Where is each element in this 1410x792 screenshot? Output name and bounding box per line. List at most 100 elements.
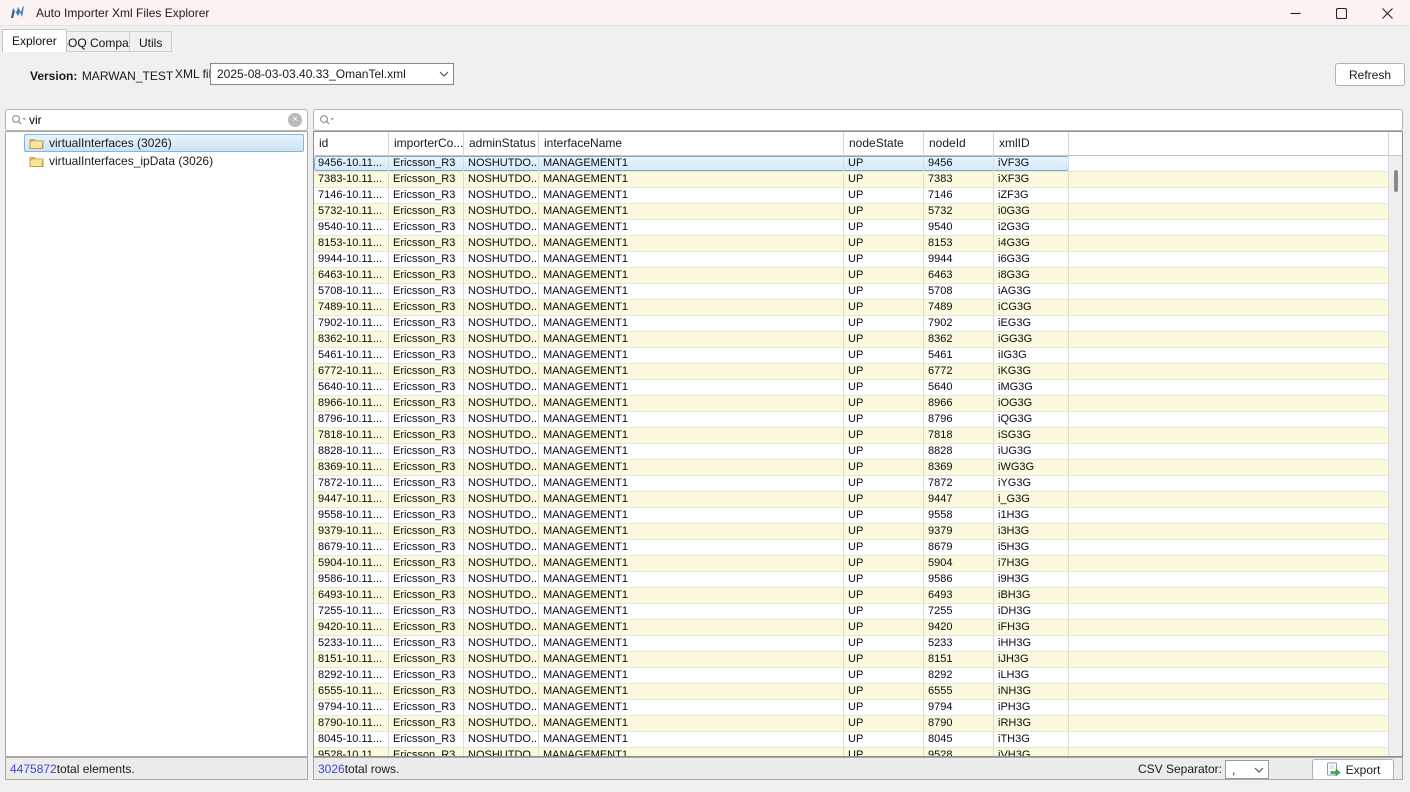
cell-nodeid: 8151 <box>924 652 994 667</box>
table-row[interactable]: 6493-10.11... Ericsson_R3 NOSHUTDO... MA… <box>314 588 1388 604</box>
cell-interfacename: MANAGEMENT1 <box>539 604 844 619</box>
table-row[interactable]: 7383-10.11... Ericsson_R3 NOSHUTDO... MA… <box>314 172 1388 188</box>
table-row-cells: 7383-10.11... Ericsson_R3 NOSHUTDO... MA… <box>314 172 1069 187</box>
table-row[interactable]: 8369-10.11... Ericsson_R3 NOSHUTDO... MA… <box>314 460 1388 476</box>
table-row[interactable]: 7146-10.11... Ericsson_R3 NOSHUTDO... MA… <box>314 188 1388 204</box>
table-row[interactable]: 7872-10.11... Ericsson_R3 NOSHUTDO... MA… <box>314 476 1388 492</box>
table-row[interactable]: 7489-10.11... Ericsson_R3 NOSHUTDO... MA… <box>314 300 1388 316</box>
scrollbar-track[interactable] <box>1388 156 1402 756</box>
table-row[interactable]: 9456-10.11... Ericsson_R3 NOSHUTDO... MA… <box>314 156 1388 172</box>
cell-adminstatus: NOSHUTDO... <box>464 524 539 539</box>
cell-xmlid: iBH3G <box>994 588 1069 603</box>
export-button[interactable]: Export <box>1312 759 1394 780</box>
tree-search-input[interactable] <box>29 111 288 129</box>
cell-xmlid: iLH3G <box>994 668 1069 683</box>
table-row[interactable]: 9379-10.11... Ericsson_R3 NOSHUTDO... MA… <box>314 524 1388 540</box>
table-header: id importerCo... adminStatus interfaceNa… <box>314 132 1388 156</box>
cell-interfacename: MANAGEMENT1 <box>539 380 844 395</box>
table-row[interactable]: 5461-10.11... Ericsson_R3 NOSHUTDO... MA… <box>314 348 1388 364</box>
cell-nodestate: UP <box>844 444 924 459</box>
table-row[interactable]: 5904-10.11... Ericsson_R3 NOSHUTDO... MA… <box>314 556 1388 572</box>
cell-filler <box>1069 572 1388 587</box>
column-header-adminstatus[interactable]: adminStatus <box>464 132 539 155</box>
cell-importercode: Ericsson_R3 <box>389 380 464 395</box>
tab-explorer[interactable]: Explorer <box>2 29 67 52</box>
table-row[interactable]: 8045-10.11... Ericsson_R3 NOSHUTDO... MA… <box>314 732 1388 748</box>
table-row[interactable]: 9528-10.11... Ericsson_R3 NOSHUTDO... MA… <box>314 748 1388 756</box>
cell-xmlid: iQG3G <box>994 412 1069 427</box>
table-row[interactable]: 8796-10.11... Ericsson_R3 NOSHUTDO... MA… <box>314 412 1388 428</box>
table-row[interactable]: 5732-10.11... Ericsson_R3 NOSHUTDO... MA… <box>314 204 1388 220</box>
column-header-nodeid[interactable]: nodeId <box>924 132 994 155</box>
tab-utils[interactable]: Utils <box>129 31 172 52</box>
table-row[interactable]: 9540-10.11... Ericsson_R3 NOSHUTDO... MA… <box>314 220 1388 236</box>
tree-item-virtualinterfaces[interactable]: virtualInterfaces (3026) <box>24 134 304 152</box>
table-row-cells: 9528-10.11... Ericsson_R3 NOSHUTDO... MA… <box>314 748 1069 756</box>
table-row[interactable]: 8362-10.11... Ericsson_R3 NOSHUTDO... MA… <box>314 332 1388 348</box>
toolbar: Version: MARWAN_TEST XML file 2025-08-03… <box>0 52 1410 92</box>
clear-search-icon[interactable]: × <box>288 113 302 127</box>
table-row[interactable]: 7902-10.11... Ericsson_R3 NOSHUTDO... MA… <box>314 316 1388 332</box>
table-row-cells: 8966-10.11... Ericsson_R3 NOSHUTDO... MA… <box>314 396 1069 411</box>
cell-id: 9379-10.11... <box>314 524 389 539</box>
cell-adminstatus: NOSHUTDO... <box>464 396 539 411</box>
refresh-button[interactable]: Refresh <box>1335 63 1405 86</box>
cell-filler <box>1069 716 1388 731</box>
cell-nodeid: 8796 <box>924 412 994 427</box>
table-row[interactable]: 6772-10.11... Ericsson_R3 NOSHUTDO... MA… <box>314 364 1388 380</box>
table-row[interactable]: 8966-10.11... Ericsson_R3 NOSHUTDO... MA… <box>314 396 1388 412</box>
cell-adminstatus: NOSHUTDO... <box>464 476 539 491</box>
column-header-interfacename[interactable]: interfaceName <box>539 132 844 155</box>
table-row[interactable]: 9420-10.11... Ericsson_R3 NOSHUTDO... MA… <box>314 620 1388 636</box>
cell-nodeid: 5904 <box>924 556 994 571</box>
table-row[interactable]: 8790-10.11... Ericsson_R3 NOSHUTDO... MA… <box>314 716 1388 732</box>
close-button[interactable] <box>1364 0 1410 26</box>
table-row[interactable]: 8153-10.11... Ericsson_R3 NOSHUTDO... MA… <box>314 236 1388 252</box>
table-row[interactable]: 9558-10.11... Ericsson_R3 NOSHUTDO... MA… <box>314 508 1388 524</box>
tree-item-label: virtualInterfaces_ipData (3026) <box>49 154 213 168</box>
maximize-button[interactable] <box>1318 0 1364 26</box>
csv-separator-select[interactable]: , <box>1225 760 1269 779</box>
table-row[interactable]: 5233-10.11... Ericsson_R3 NOSHUTDO... MA… <box>314 636 1388 652</box>
table-row[interactable]: 8292-10.11... Ericsson_R3 NOSHUTDO... MA… <box>314 668 1388 684</box>
cell-nodeid: 6463 <box>924 268 994 283</box>
cell-xmlid: iMG3G <box>994 380 1069 395</box>
table-row-cells: 7818-10.11... Ericsson_R3 NOSHUTDO... MA… <box>314 428 1069 443</box>
column-header-filler <box>1069 132 1388 155</box>
table-row[interactable]: 5708-10.11... Ericsson_R3 NOSHUTDO... MA… <box>314 284 1388 300</box>
minimize-button[interactable] <box>1272 0 1318 26</box>
column-header-xmlid[interactable]: xmlID <box>994 132 1069 155</box>
table-row[interactable]: 6555-10.11... Ericsson_R3 NOSHUTDO... MA… <box>314 684 1388 700</box>
table-row[interactable]: 8828-10.11... Ericsson_R3 NOSHUTDO... MA… <box>314 444 1388 460</box>
vertical-scrollbar[interactable] <box>1388 132 1402 756</box>
cell-nodestate: UP <box>844 524 924 539</box>
cell-nodeid: 8369 <box>924 460 994 475</box>
column-header-id[interactable]: id <box>314 132 389 155</box>
cell-id: 7383-10.11... <box>314 172 389 187</box>
table-row[interactable]: 9944-10.11... Ericsson_R3 NOSHUTDO... MA… <box>314 252 1388 268</box>
xml-file-select[interactable]: 2025-08-03-03.40.33_OmanTel.xml <box>210 63 454 85</box>
cell-filler <box>1069 380 1388 395</box>
scrollbar-thumb[interactable] <box>1394 170 1398 192</box>
total-rows-count: 3026 <box>318 762 345 776</box>
table-row[interactable]: 7255-10.11... Ericsson_R3 NOSHUTDO... MA… <box>314 604 1388 620</box>
column-header-nodestate[interactable]: nodeState <box>844 132 924 155</box>
table-row[interactable]: 9447-10.11... Ericsson_R3 NOSHUTDO... MA… <box>314 492 1388 508</box>
table-row[interactable]: 6463-10.11... Ericsson_R3 NOSHUTDO... MA… <box>314 268 1388 284</box>
table-row[interactable]: 9794-10.11... Ericsson_R3 NOSHUTDO... MA… <box>314 700 1388 716</box>
cell-nodestate: UP <box>844 220 924 235</box>
table-row[interactable]: 5640-10.11... Ericsson_R3 NOSHUTDO... MA… <box>314 380 1388 396</box>
table-search-box <box>313 109 1403 131</box>
cell-interfacename: MANAGEMENT1 <box>539 460 844 475</box>
table-row[interactable]: 9586-10.11... Ericsson_R3 NOSHUTDO... MA… <box>314 572 1388 588</box>
tree-item-virtualinterfaces-ipdata[interactable]: virtualInterfaces_ipData (3026) <box>24 152 304 170</box>
cell-filler <box>1069 588 1388 603</box>
column-header-importercode[interactable]: importerCo... <box>389 132 464 155</box>
cell-adminstatus: NOSHUTDO... <box>464 508 539 523</box>
table-row[interactable]: 8151-10.11... Ericsson_R3 NOSHUTDO... MA… <box>314 652 1388 668</box>
cell-nodeid: 9540 <box>924 220 994 235</box>
table-search-input[interactable] <box>337 111 1402 129</box>
cell-filler <box>1069 604 1388 619</box>
table-row[interactable]: 7818-10.11... Ericsson_R3 NOSHUTDO... MA… <box>314 428 1388 444</box>
table-row[interactable]: 8679-10.11... Ericsson_R3 NOSHUTDO... MA… <box>314 540 1388 556</box>
